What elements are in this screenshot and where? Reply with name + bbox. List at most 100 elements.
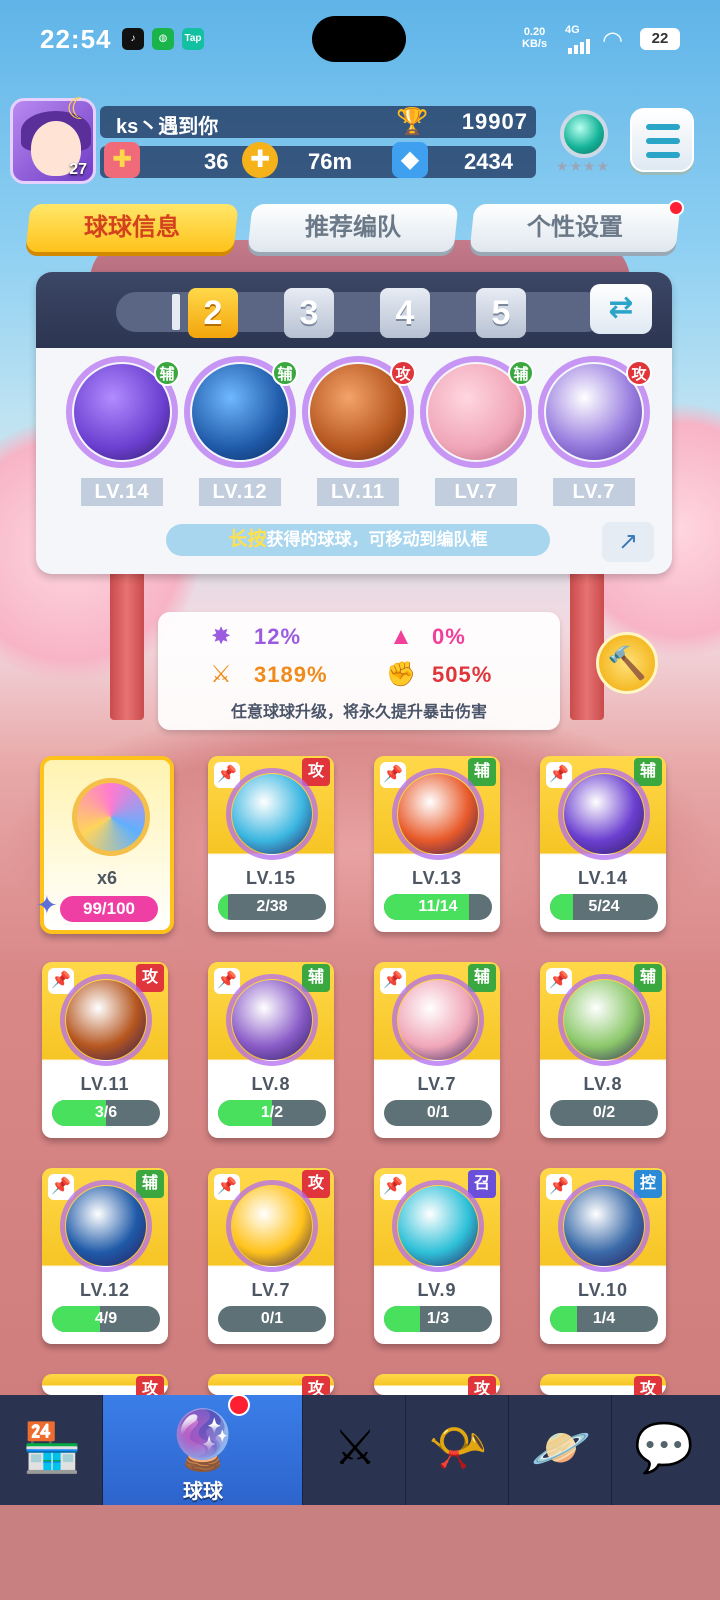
ball-level: LV.7 xyxy=(251,1280,291,1300)
pillar-right xyxy=(570,560,604,720)
ball-card[interactable]: 📌 辅 LV.14 5/24 xyxy=(540,756,666,932)
ball-level: LV.12 xyxy=(79,1280,131,1300)
ball-type-tag: 辅 xyxy=(136,1170,164,1198)
nav-whistle[interactable]: 📯 xyxy=(406,1395,509,1505)
network-speed: 0.20 KB/s xyxy=(522,26,548,50)
upgrade-progress-bar: 11/14 xyxy=(384,894,492,920)
bottom-nav: 🏪 🔮 球球 ⚔ 📯 🪐 💬 xyxy=(0,1395,720,1505)
chest-card[interactable]: x6 ✦ 99/100 xyxy=(36,756,174,934)
upgrade-progress-text: 0/1 xyxy=(260,1310,284,1327)
rank-gem-icon xyxy=(560,110,608,158)
camera-notch xyxy=(312,16,406,62)
ball-card[interactable]: 📌 辅 LV.8 1/2 xyxy=(208,962,334,1138)
nav-notification-dot xyxy=(228,1394,250,1416)
tab-recommended-team[interactable]: 推荐编队 xyxy=(247,204,459,252)
tab-ball-info[interactable]: 球球信息 xyxy=(25,204,239,252)
swap-icon[interactable]: ⇄ xyxy=(590,284,652,334)
menu-button[interactable] xyxy=(630,108,694,172)
upgrade-progress-text: 0/2 xyxy=(592,1104,616,1121)
name-bar: ks丶遇到你 🏆 19907 xyxy=(100,106,536,138)
team-slot-5[interactable]: 5 xyxy=(476,288,526,338)
chat-heart-icon: 💬 xyxy=(634,1422,694,1475)
team-ball-4-level: LV.7 xyxy=(435,478,517,506)
share-icon[interactable]: ↗ xyxy=(602,522,654,562)
chest-ring-icon xyxy=(72,778,150,856)
team-ball-4-tag: 辅 xyxy=(508,360,534,386)
energy-add-icon[interactable]: ✚ xyxy=(104,142,140,178)
ball-card-peek[interactable]: 攻 xyxy=(374,1374,500,1395)
upgrade-progress-bar: 1/4 xyxy=(550,1306,658,1332)
shop-icon: 🏪 xyxy=(22,1422,82,1475)
wifi-icon: ◠ xyxy=(602,27,623,54)
ball-card[interactable]: 📌 攻 LV.7 0/1 xyxy=(208,1168,334,1344)
nav-planet[interactable]: 🪐 xyxy=(509,1395,612,1505)
upgrade-progress-text: 3/6 xyxy=(94,1104,118,1121)
ball-level: LV.9 xyxy=(417,1280,457,1300)
notification-dot xyxy=(668,200,684,216)
team-slot-2[interactable]: 2 xyxy=(188,288,238,338)
upgrade-progress-bar: 1/3 xyxy=(384,1306,492,1332)
resource-bar: ✚ 36 ✚ 76m ◆ 2434 xyxy=(100,142,536,178)
planet-icon: 🪐 xyxy=(531,1422,591,1475)
upgrade-progress-bar: 0/1 xyxy=(218,1306,326,1332)
upgrade-progress-text: 4/9 xyxy=(94,1310,118,1327)
ball-card[interactable]: 📌 辅 LV.8 0/2 xyxy=(540,962,666,1138)
ball-level: LV.15 xyxy=(245,868,297,888)
ball-type-tag: 攻 xyxy=(136,964,164,992)
battery-indicator: 22 xyxy=(640,28,680,50)
team-ball-3-level: LV.11 xyxy=(317,478,399,506)
ball-card[interactable]: 📌 攻 LV.11 3/6 xyxy=(42,962,168,1138)
bottom-area xyxy=(0,1505,720,1600)
upgrade-progress-text: 1/2 xyxy=(260,1104,284,1121)
hammer-icon[interactable]: 🔨 xyxy=(596,632,658,694)
ball-card[interactable]: 📌 攻 LV.15 2/38 xyxy=(208,756,334,932)
ball-level: LV.11 xyxy=(80,1074,130,1094)
coin-count: 76m xyxy=(308,149,353,174)
ball-card[interactable]: 📌 控 LV.10 1/4 xyxy=(540,1168,666,1344)
ball-card[interactable]: 📌 召 LV.9 1/3 xyxy=(374,1168,500,1344)
rank-stars-icon: ★★★★ xyxy=(555,158,611,174)
music-app-icon: ♪ xyxy=(122,28,144,50)
tab-personal-settings[interactable]: 个性设置 xyxy=(469,204,681,252)
nav-battle[interactable]: ⚔ xyxy=(303,1395,406,1505)
team-ball-3-tag: 攻 xyxy=(390,360,416,386)
chest-count: x6 xyxy=(96,868,118,888)
extra-rate-value: 0% xyxy=(432,624,466,649)
ball-icon xyxy=(392,1180,484,1272)
team-slot-3[interactable]: 3 xyxy=(284,288,334,338)
team-ball-1-level: LV.14 xyxy=(81,478,163,506)
team-ball-5-level: LV.7 xyxy=(553,478,635,506)
crit-rate-value: 12% xyxy=(254,624,302,649)
trophy-count: 19907 xyxy=(461,109,528,134)
coin-add-icon[interactable]: ✚ xyxy=(242,142,278,178)
puzzle-icon: ✦ xyxy=(36,890,58,920)
team-slot-1[interactable] xyxy=(172,294,180,330)
ball-card-peek[interactable]: 攻 xyxy=(540,1374,666,1395)
ball-level: LV.8 xyxy=(583,1074,623,1094)
ball-level: LV.13 xyxy=(411,868,463,888)
balls-icon: 🔮 xyxy=(166,1408,240,1473)
upgrade-progress-bar: 0/1 xyxy=(384,1100,492,1126)
nav-social[interactable]: 💬 xyxy=(612,1395,715,1505)
crit-damage-value: 3189% xyxy=(254,662,328,687)
gem-add-icon[interactable]: ◆ xyxy=(392,142,428,178)
ball-card-peek[interactable]: 攻 xyxy=(208,1374,334,1395)
ball-icon xyxy=(392,768,484,860)
ball-card[interactable]: 📌 辅 LV.7 0/1 xyxy=(374,962,500,1138)
upgrade-progress-text: 0/1 xyxy=(426,1104,450,1121)
ball-card-peek[interactable]: 攻 xyxy=(42,1374,168,1395)
ball-card[interactable]: 📌 辅 LV.13 11/14 xyxy=(374,756,500,932)
ball-card[interactable]: 📌 辅 LV.12 4/9 xyxy=(42,1168,168,1344)
rank-badge[interactable]: ★★★★ xyxy=(548,100,618,180)
chest-progress: 99/100 xyxy=(60,896,158,922)
team-ball-5-tag: 攻 xyxy=(626,360,652,386)
ball-level: LV.8 xyxy=(251,1074,291,1094)
ball-type-tag: 召 xyxy=(468,1170,496,1198)
nav-balls[interactable]: 🔮 球球 xyxy=(103,1395,303,1505)
ball-type-tag: 攻 xyxy=(302,1170,330,1198)
nav-shop[interactable]: 🏪 xyxy=(0,1395,103,1505)
team-slot-4[interactable]: 4 xyxy=(380,288,430,338)
upgrade-progress-bar: 4/9 xyxy=(52,1306,160,1332)
ball-type-tag: 辅 xyxy=(468,758,496,786)
player-name: ks丶遇到你 xyxy=(116,116,219,138)
